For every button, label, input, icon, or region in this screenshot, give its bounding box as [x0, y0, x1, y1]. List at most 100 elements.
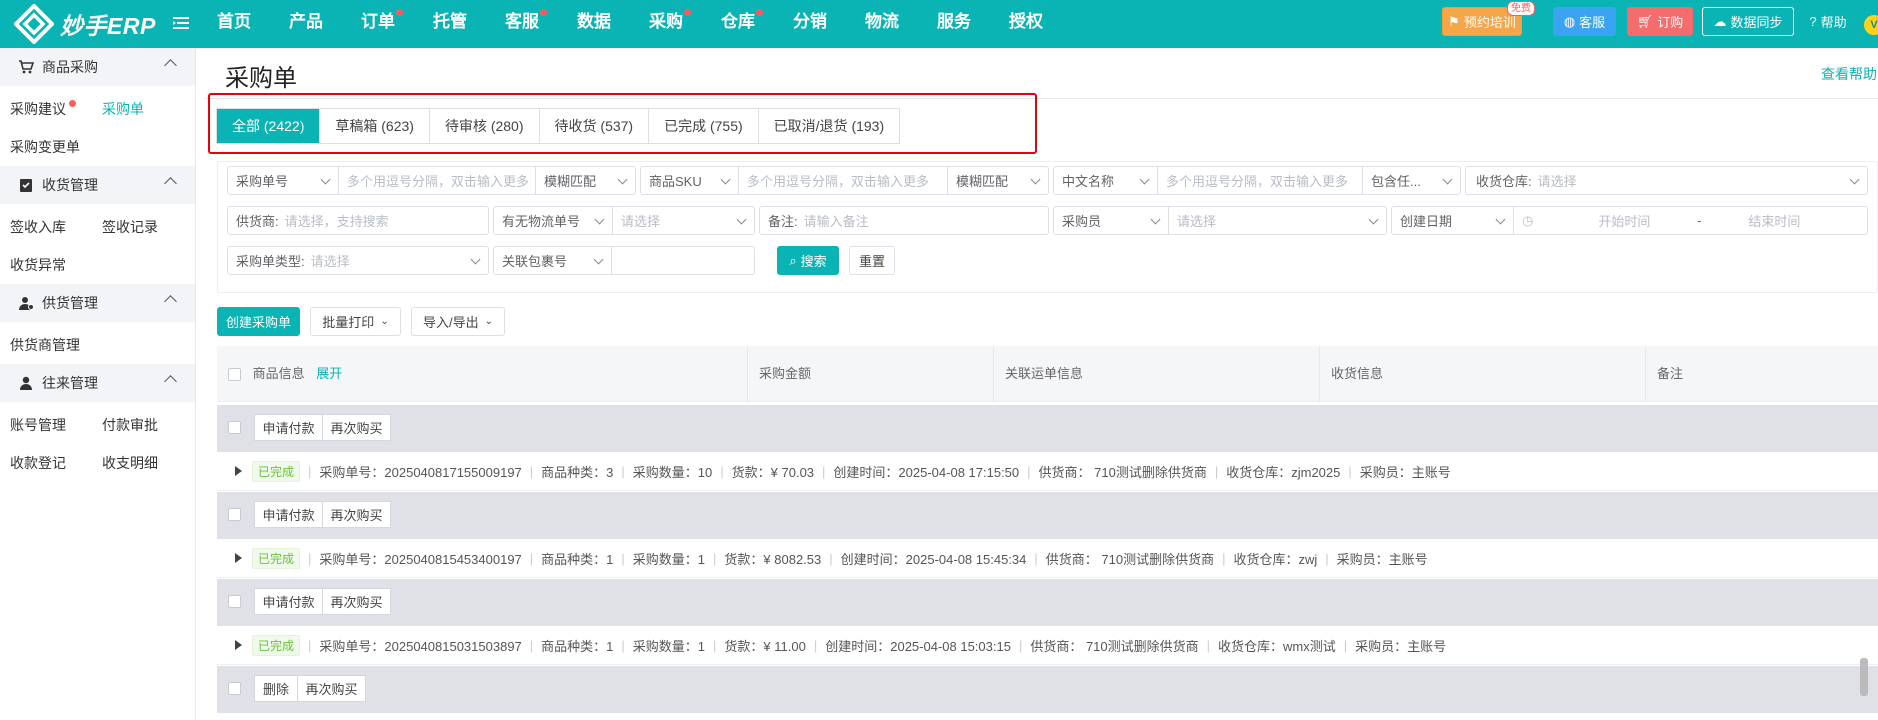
create-po-button[interactable]: 创建采购单 — [217, 307, 300, 336]
tab-3[interactable]: 待收货 (537) — [539, 109, 650, 143]
tab-5[interactable]: 已取消/退货 (193) — [758, 109, 900, 143]
sidebar-item[interactable]: 采购变更单 — [0, 128, 180, 166]
order-action-button[interactable]: 再次购买 — [322, 588, 391, 615]
tab-1[interactable]: 草稿箱 (623) — [320, 109, 430, 143]
nav-item-3[interactable]: 托管 — [414, 0, 486, 48]
nav-item-6[interactable]: 采购 — [630, 0, 702, 48]
nav-item-4[interactable]: 客服 — [486, 0, 558, 48]
sidebar-group-title: 收货管理 — [42, 177, 98, 193]
nav-item-7[interactable]: 仓库 — [702, 0, 774, 48]
view-help-link[interactable]: 查看帮助 — [1821, 64, 1877, 84]
nav-item-11[interactable]: 授权 — [990, 0, 1062, 48]
import-export-dropdown[interactable]: 导入/导出 ⌄ — [411, 307, 505, 336]
sidebar-item[interactable]: 收货异常 — [0, 246, 92, 284]
order-buyer: 采购员：主账号 — [1355, 638, 1447, 654]
scrollbar-thumb[interactable] — [1860, 658, 1868, 696]
chinese-name-type-select[interactable]: 中文名称 — [1054, 167, 1157, 194]
row-checkbox[interactable] — [228, 508, 241, 521]
date-range-picker[interactable]: ◷ 开始时间 - 结束时间 — [1513, 207, 1867, 234]
tab-4[interactable]: 已完成 (755) — [649, 109, 759, 143]
nav-item-1[interactable]: 产品 — [270, 0, 342, 48]
nav-item-10[interactable]: 服务 — [918, 0, 990, 48]
book-training-button[interactable]: ⚑ 预约培训 免费 — [1442, 1, 1535, 36]
nav-item-2[interactable]: 订单 — [342, 0, 414, 48]
expand-caret-icon[interactable] — [235, 640, 242, 650]
sidebar-group-2[interactable]: 供货管理 — [0, 284, 195, 322]
order-action-button[interactable]: 申请付款 — [254, 414, 323, 441]
buyer-select[interactable]: 请选择 — [1168, 207, 1386, 234]
order-action-button[interactable]: 申请付款 — [254, 501, 323, 528]
chevron-down-icon — [470, 254, 481, 265]
order-action-button[interactable]: 再次购买 — [322, 414, 391, 441]
po-number-match-select[interactable]: 模糊匹配 — [535, 167, 635, 194]
select-all-checkbox[interactable] — [228, 368, 241, 382]
chinese-name-input[interactable]: 多个用逗号分隔，双击输入更多 — [1157, 167, 1362, 194]
buyer-type-select[interactable]: 采购员 — [1054, 207, 1168, 234]
sku-type-select[interactable]: 商品SKU — [641, 167, 738, 194]
app-logo[interactable]: 妙手ERP — [14, 4, 156, 44]
expand-caret-icon[interactable] — [235, 553, 242, 563]
nav-item-8[interactable]: 分销 — [774, 0, 846, 48]
package-input[interactable] — [611, 247, 754, 274]
customer-service-button[interactable]: ◍ 客服 — [1553, 7, 1616, 36]
order-action-button[interactable]: 申请付款 — [254, 588, 323, 615]
order-action-button[interactable]: 删除 — [254, 675, 298, 702]
chinese-name-match-select[interactable]: 包含任... — [1362, 167, 1460, 194]
po-number-input[interactable]: 多个用逗号分隔，双击输入更多 — [338, 167, 535, 194]
order-action-button[interactable]: 再次购买 — [297, 675, 366, 702]
sku-match-select[interactable]: 模糊匹配 — [947, 167, 1048, 194]
sidebar-item[interactable]: 签收记录 — [92, 208, 184, 246]
sidebar-group-3[interactable]: 往来管理 — [0, 364, 195, 402]
user-avatar[interactable]: V — [1864, 15, 1878, 35]
tab-0[interactable]: 全部 (2422) — [217, 109, 321, 143]
help-button[interactable]: ? 帮助 — [1800, 7, 1856, 36]
sidebar-item[interactable]: 供货商管理 — [0, 326, 180, 364]
order-action-button[interactable]: 再次购买 — [322, 501, 391, 528]
row-checkbox[interactable] — [228, 421, 241, 434]
sidebar-group-1[interactable]: 收货管理 — [0, 166, 195, 204]
po-type-select[interactable]: 采购单类型: 请选择 — [227, 246, 489, 275]
nav-item-5[interactable]: 数据 — [558, 0, 630, 48]
page-title: 采购单 — [225, 65, 297, 92]
package-type-select[interactable]: 关联包裹号 — [494, 247, 611, 274]
batch-print-dropdown[interactable]: 批量打印 ⌄ — [310, 307, 401, 336]
sidebar-item[interactable]: 采购单 — [92, 90, 184, 128]
row-checkbox[interactable] — [228, 682, 241, 695]
expand-caret-icon[interactable] — [235, 466, 242, 476]
tracking-type-select[interactable]: 有无物流单号 — [494, 207, 612, 234]
order-created: 创建时间：2025-04-08 15:03:15 — [825, 638, 1011, 654]
supplier-select[interactable]: 供货商: 请选择，支持搜索 — [227, 206, 489, 235]
order-po-no[interactable]: 采购单号：2025040815453400197 — [319, 549, 521, 568]
date-type-select[interactable]: 创建日期 — [1392, 207, 1513, 234]
sidebar-item[interactable]: 采购建议 — [0, 90, 92, 128]
data-sync-button[interactable]: ☁︎ 数据同步 — [1702, 7, 1794, 36]
chinese-name-type-label: 中文名称 — [1062, 174, 1115, 189]
order-po-no[interactable]: 采购单号：2025040817155009197 — [319, 462, 521, 481]
status-tabs: 全部 (2422) 草稿箱 (623) 待审核 (280) 待收货 (537) 已完成 … — [216, 108, 901, 144]
row-checkbox[interactable] — [228, 595, 241, 608]
column-remark: 备注 — [1645, 346, 1878, 402]
sidebar-item[interactable]: 收支明细 — [92, 444, 184, 482]
nav-item-9[interactable]: 物流 — [846, 0, 918, 48]
sidebar-group-0[interactable]: 商品采购 — [0, 48, 195, 86]
menu-toggle-icon[interactable] — [172, 14, 190, 32]
search-button[interactable]: ⌕ 搜索 — [777, 246, 839, 275]
sku-input[interactable]: 多个用逗号分隔，双击输入更多 — [738, 167, 947, 194]
order-po-no[interactable]: 采购单号：2025040815031503897 — [319, 636, 521, 655]
sidebar-item[interactable]: 付款审批 — [92, 406, 184, 444]
sidebar-item[interactable]: 账号管理 — [0, 406, 92, 444]
expand-all-link[interactable]: 展开 — [316, 366, 342, 381]
main-content: 采购单 查看帮助 全部 (2422) 草稿箱 (623) 待审核 (280) 待收货 … — [197, 48, 1878, 720]
po-number-type-select[interactable]: 采购单号 — [228, 167, 338, 194]
sidebar-item[interactable]: 收款登记 — [0, 444, 92, 482]
tab-2[interactable]: 待审核 (280) — [429, 109, 540, 143]
subscribe-button[interactable]: 🛒︎ 订购 — [1627, 7, 1693, 36]
nav-item-0[interactable]: 首页 — [198, 0, 270, 48]
status-badge: 已完成 — [252, 460, 301, 482]
sidebar-item[interactable]: 签收入库 — [0, 208, 92, 246]
warehouse-select[interactable]: 收货仓库: 请选择 — [1465, 166, 1868, 195]
sidebar-group-items: 账号管理 付款审批 收款登记 收支明细 — [0, 402, 195, 482]
remark-input[interactable]: 备注: 请输入备注 — [759, 206, 1049, 235]
tracking-select[interactable]: 请选择 — [612, 207, 754, 234]
reset-button[interactable]: 重置 — [849, 246, 895, 275]
